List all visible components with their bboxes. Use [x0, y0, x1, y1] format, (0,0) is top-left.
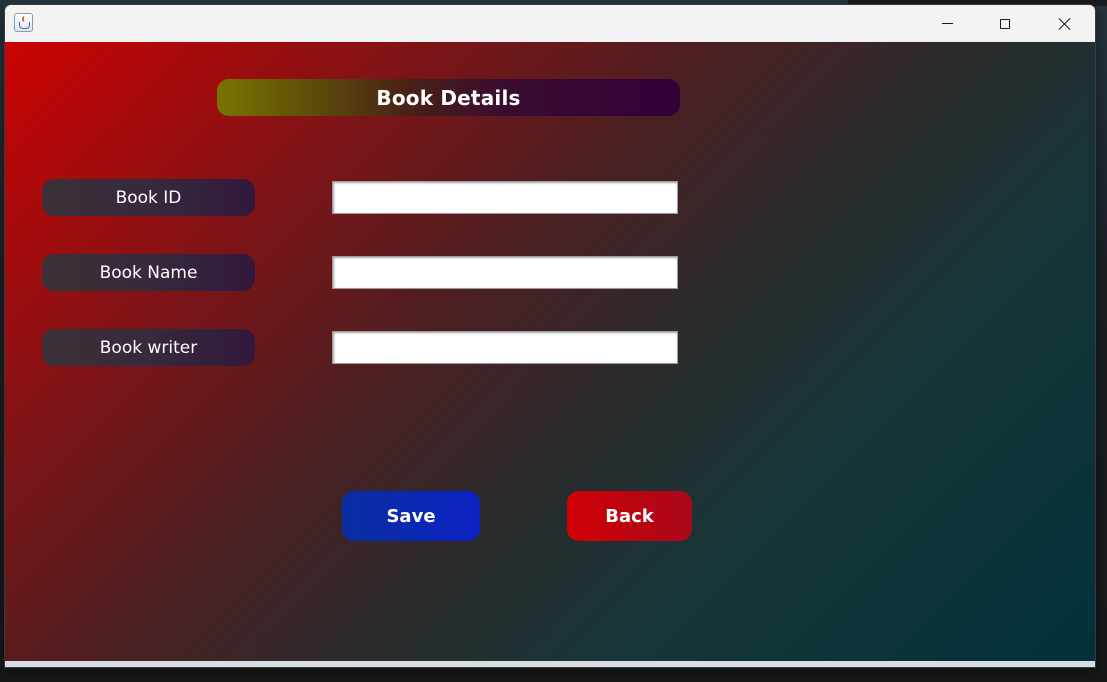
- maximize-button[interactable]: [976, 5, 1034, 42]
- minimize-button[interactable]: [918, 5, 976, 42]
- page-title: Book Details: [217, 79, 680, 116]
- java-cup-shape: [19, 22, 30, 29]
- app-window: Book Details Book ID Book Name Book writ…: [5, 5, 1095, 667]
- book-id-label: Book ID: [42, 179, 255, 216]
- java-app-icon[interactable]: [14, 13, 33, 32]
- close-button[interactable]: [1035, 5, 1093, 42]
- title-bar[interactable]: [5, 5, 1095, 42]
- save-button[interactable]: Save: [342, 491, 480, 541]
- book-name-label: Book Name: [42, 254, 255, 291]
- book-name-field[interactable]: [332, 256, 678, 289]
- minimize-icon: [941, 23, 953, 24]
- book-writer-field[interactable]: [332, 331, 678, 364]
- back-button[interactable]: Back: [567, 491, 692, 541]
- book-details-panel: Book Details Book ID Book Name Book writ…: [5, 42, 1095, 661]
- book-id-field[interactable]: [332, 181, 678, 214]
- window-bottom-edge: [5, 661, 1095, 667]
- book-writer-label: Book writer: [42, 329, 255, 366]
- close-icon: [1058, 17, 1071, 30]
- maximize-icon: [1000, 18, 1010, 29]
